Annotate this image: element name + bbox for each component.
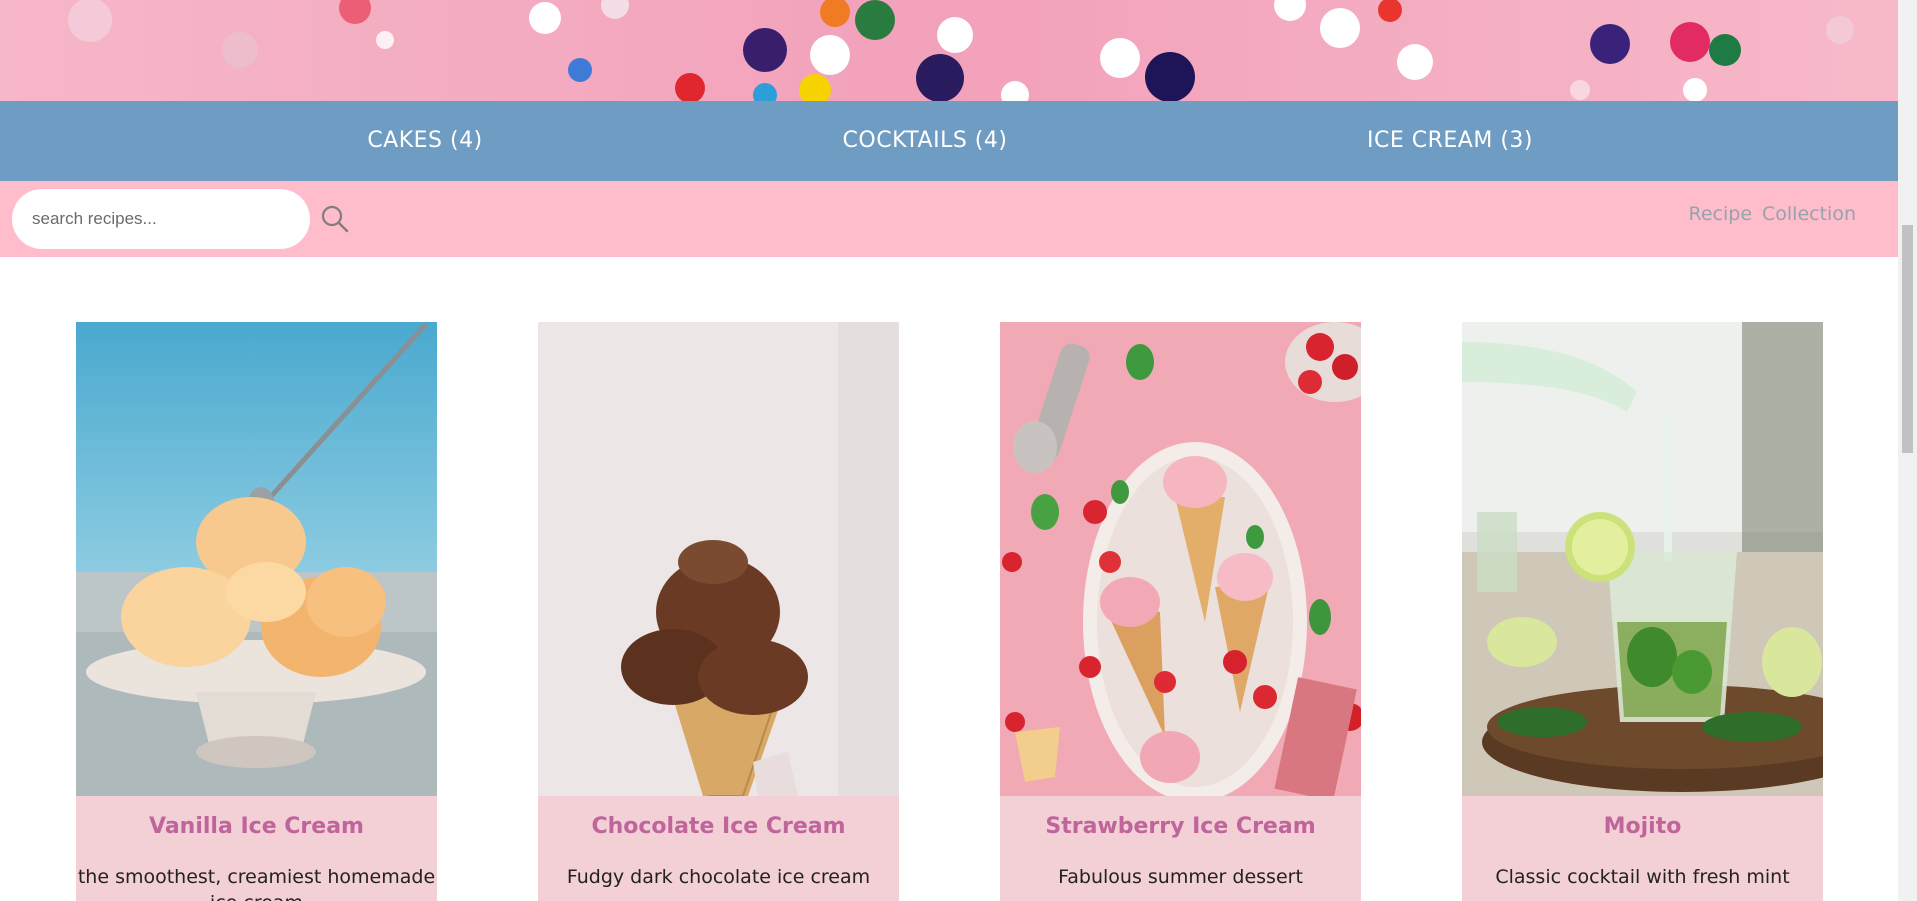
card-description: Classic cocktail with fresh mint — [1495, 866, 1790, 888]
brand-word-collection: Collection — [1762, 203, 1856, 225]
mojito-photo — [1462, 322, 1823, 796]
card-title[interactable]: Chocolate Ice Cream — [538, 814, 899, 839]
recipe-card-mojito[interactable]: Mojito Classic cocktail with fresh mint — [1462, 322, 1823, 901]
card-title[interactable]: Strawberry Ice Cream — [1000, 814, 1361, 839]
category-tab-cocktails[interactable]: COCKTAILS (4) — [843, 101, 1008, 181]
scrollbar-thumb[interactable] — [1902, 225, 1913, 453]
search-input[interactable] — [12, 189, 310, 249]
card-description: Fabulous summer dessert — [1058, 866, 1303, 888]
brand-word-recipe: Recipe — [1688, 203, 1753, 225]
chocolate-ice-cream-photo — [538, 322, 899, 796]
card-description: Fudgy dark chocolate ice cream — [566, 866, 871, 888]
search-icon[interactable] — [320, 204, 350, 234]
card-title[interactable]: Mojito — [1462, 814, 1823, 839]
recipe-card-strawberry-ice-cream[interactable]: Strawberry Ice Cream Fabulous summer des… — [1000, 322, 1361, 901]
card-title[interactable]: Vanilla Ice Cream — [76, 814, 437, 839]
category-nav: CAKES (4) COCKTAILS (4) ICE CREAM (3) — [0, 101, 1898, 181]
category-tab-ice-cream[interactable]: ICE CREAM (3) — [1367, 101, 1533, 181]
hero-banner — [0, 0, 1898, 101]
recipe-card-vanilla-ice-cream[interactable]: Vanilla Ice Cream the smoothest, creamie… — [76, 322, 437, 901]
card-description: the smoothest, creamiest homemade ice cr… — [77, 866, 436, 901]
strawberry-ice-cream-photo — [1000, 322, 1361, 796]
category-tab-cakes[interactable]: CAKES (4) — [367, 101, 482, 181]
sprinkles-banner-image — [0, 0, 1898, 101]
recipe-card-chocolate-ice-cream[interactable]: Chocolate Ice Cream Fudgy dark chocolate… — [538, 322, 899, 901]
vanilla-ice-cream-photo — [76, 322, 437, 796]
search-bar: Recipe Collection — [0, 181, 1898, 257]
site-brand: Recipe Collection — [1679, 203, 1857, 225]
page-scrollbar[interactable] — [1898, 0, 1917, 901]
